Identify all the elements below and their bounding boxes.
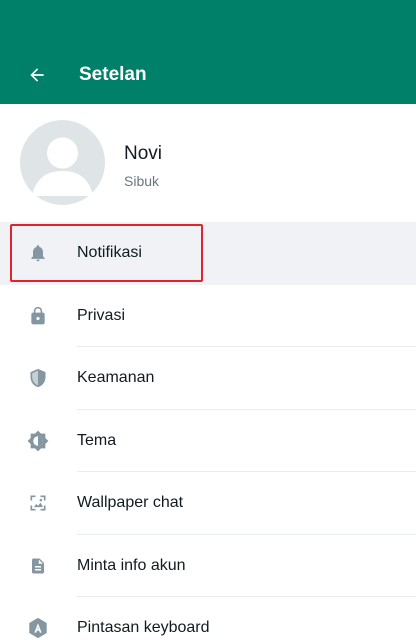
- menu-item-notifikasi[interactable]: Notifikasi: [0, 222, 416, 285]
- menu-item-wallpaper-chat[interactable]: Wallpaper chat: [0, 472, 416, 535]
- theme-icon: [26, 429, 50, 453]
- header-bar: Setelan: [0, 0, 416, 104]
- page-title: Setelan: [79, 64, 147, 85]
- bell-icon: [26, 241, 50, 265]
- menu-item-label: Wallpaper chat: [77, 494, 184, 512]
- default-avatar-icon: [32, 137, 93, 196]
- settings-menu: Notifikasi Privasi Keamanan Tema Wallpap…: [0, 222, 416, 640]
- menu-item-label: Tema: [77, 431, 117, 449]
- menu-item-label: Privasi: [77, 306, 126, 324]
- profile-section[interactable]: Novi Sibuk: [0, 104, 416, 222]
- shield-icon: [26, 366, 50, 390]
- menu-item-minta-info-akun[interactable]: Minta info akun: [0, 535, 416, 597]
- wallpaper-icon: [26, 491, 50, 515]
- arrow-left-icon: [30, 68, 44, 82]
- profile-name: Novi: [124, 143, 163, 164]
- menu-item-label: Minta info akun: [77, 556, 186, 574]
- settings-screen: Setelan Novi Sibuk Notifikasi Privasi Ke…: [0, 0, 416, 640]
- menu-item-privasi[interactable]: Privasi: [0, 285, 416, 347]
- profile-status: Sibuk: [124, 173, 160, 189]
- menu-item-label: Pintasan keyboard: [77, 619, 210, 637]
- menu-item-tema[interactable]: Tema: [0, 410, 416, 472]
- menu-item-keamanan[interactable]: Keamanan: [0, 347, 416, 410]
- lock-icon: [26, 304, 50, 328]
- menu-item-label: Keamanan: [77, 369, 155, 387]
- menu-item-pintasan-keyboard[interactable]: Pintasan keyboard: [0, 597, 416, 640]
- avatar[interactable]: [20, 120, 105, 205]
- menu-item-label: Notifikasi: [77, 244, 142, 262]
- back-button[interactable]: [22, 60, 52, 90]
- document-icon: [26, 554, 50, 578]
- keyboard-shortcut-icon: [26, 616, 50, 640]
